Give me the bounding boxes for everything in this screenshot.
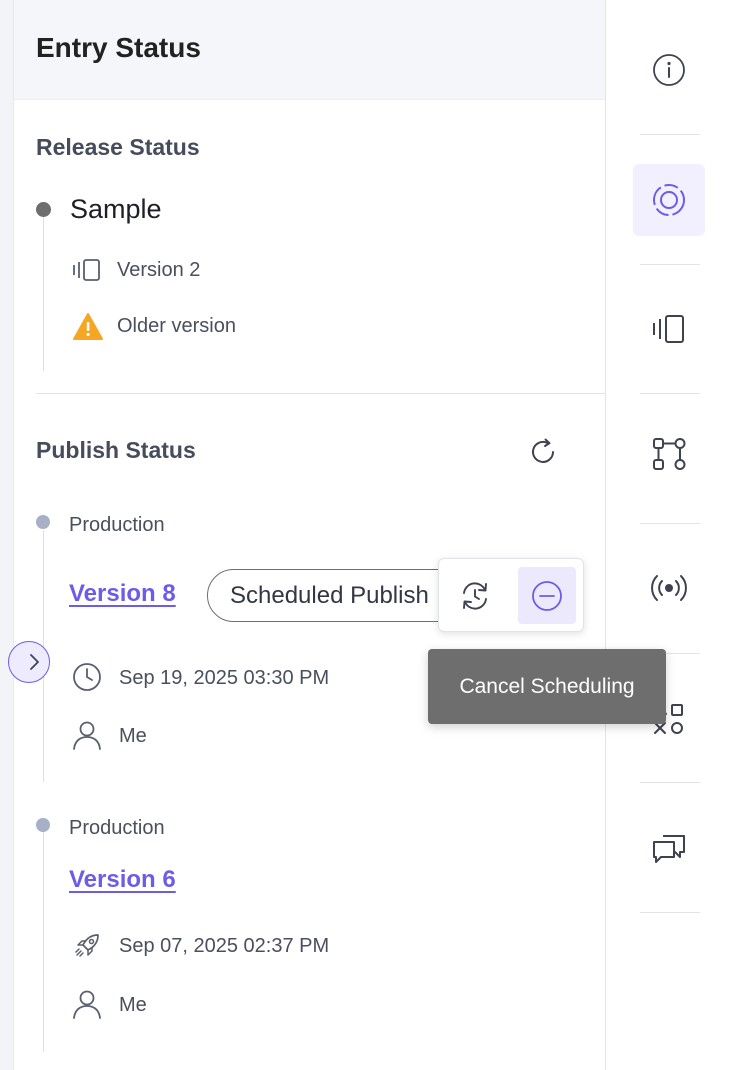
- cancel-scheduling-tooltip: Cancel Scheduling: [428, 649, 666, 724]
- right-rail: [606, 0, 730, 1070]
- rail-separator: [640, 523, 700, 524]
- left-gutter: [0, 0, 14, 1070]
- release-dot: [36, 202, 51, 217]
- release-name: Sample: [70, 194, 162, 224]
- publish-environment-2: Production: [69, 817, 165, 839]
- version-8-link[interactable]: Version 8: [69, 580, 176, 608]
- section-divider: [36, 393, 605, 394]
- publish-environment-1: Production: [69, 514, 165, 536]
- minus-circle-icon: [532, 580, 562, 611]
- scheduled-publish-badge: Scheduled Publish: [207, 569, 477, 622]
- version-icon: [72, 258, 104, 287]
- rail-separator: [640, 912, 700, 913]
- release-status-title: Release Status: [36, 134, 200, 160]
- rail-versions-button[interactable]: [633, 293, 705, 365]
- publish-timeline-line-2: [43, 832, 44, 1052]
- user-icon: [72, 989, 102, 1024]
- rail-release-status-button[interactable]: [633, 164, 705, 236]
- comments-icon: [653, 835, 685, 863]
- workflow-icon: [653, 438, 686, 470]
- panel-title: Entry Status: [36, 32, 201, 63]
- rail-separator: [640, 134, 700, 135]
- publish-user-1: Me: [119, 725, 147, 747]
- collapse-panel-button[interactable]: [8, 641, 50, 683]
- panel-header: Entry Status: [14, 0, 605, 100]
- release-status-icon: [653, 184, 685, 216]
- refresh-icon[interactable]: [527, 436, 559, 468]
- info-icon: [653, 54, 685, 86]
- chevron-right-icon: [30, 654, 39, 670]
- rocket-icon: [74, 932, 102, 965]
- release-warning-label: Older version: [117, 315, 236, 337]
- entry-status-panel: Entry Status Release Status Sample Versi…: [8, 0, 606, 1070]
- rail-separator: [640, 264, 700, 265]
- rail-info-button[interactable]: [633, 34, 705, 106]
- reschedule-icon: [463, 581, 487, 610]
- versions-icon: [653, 315, 684, 343]
- publish-datetime-2: Sep 07, 2025 02:37 PM: [119, 935, 330, 957]
- publish-user-2: Me: [119, 994, 147, 1016]
- publish-datetime-1: Sep 19, 2025 03:30 PM: [119, 667, 330, 689]
- schedule-actions-popover: [438, 558, 584, 632]
- release-version-label: Version 2: [117, 259, 201, 281]
- publish-dot-1: [36, 515, 50, 529]
- publish-status-title: Publish Status: [36, 437, 196, 463]
- rail-broadcast-button[interactable]: [633, 552, 705, 624]
- reschedule-button[interactable]: [446, 567, 504, 624]
- broadcast-icon: [651, 575, 687, 601]
- clock-icon: [72, 662, 102, 697]
- rail-comments-button[interactable]: [633, 812, 705, 884]
- publish-dot-2: [36, 818, 50, 832]
- release-timeline-line: [43, 216, 44, 371]
- entry-status-screen: Entry Status Release Status Sample Versi…: [0, 0, 730, 1070]
- user-icon: [72, 720, 102, 755]
- rail-separator: [640, 782, 700, 783]
- cancel-scheduling-button[interactable]: [518, 567, 576, 624]
- version-6-link[interactable]: Version 6: [69, 866, 176, 894]
- warning-icon: [72, 312, 104, 347]
- rail-separator: [640, 393, 700, 394]
- rail-workflow-button[interactable]: [633, 418, 705, 490]
